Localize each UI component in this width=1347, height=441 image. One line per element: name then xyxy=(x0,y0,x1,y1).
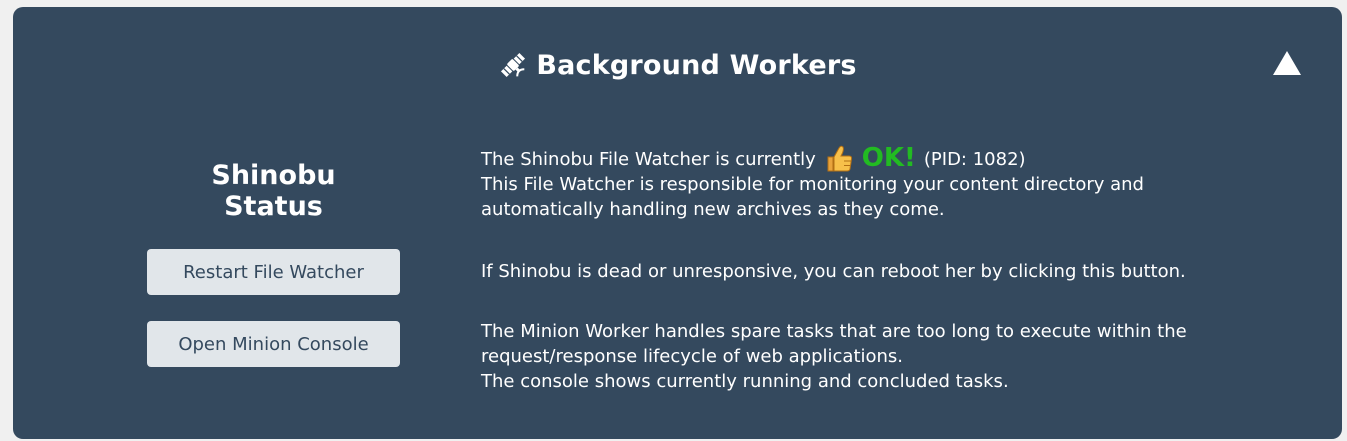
watcher-status-prefix: The Shinobu File Watcher is currently xyxy=(481,149,816,170)
watcher-status-line: The Shinobu File Watcher is currently OK… xyxy=(481,145,1144,172)
collapse-toggle-button[interactable] xyxy=(1272,50,1302,76)
thumbs-up-icon xyxy=(824,144,854,174)
panel-header: Background Workers xyxy=(13,45,1342,85)
shinobu-status-title: Shinobu Status xyxy=(211,160,336,222)
panel-title: Background Workers xyxy=(536,49,857,81)
triangle-up-icon xyxy=(1273,51,1301,75)
minion-description: The Minion Worker handles spare tasks th… xyxy=(481,319,1187,394)
restart-file-watcher-button[interactable]: Restart File Watcher xyxy=(147,249,400,295)
watcher-description-line: This File Watcher is responsible for mon… xyxy=(481,174,1144,195)
status-ok-badge: OK! xyxy=(861,143,916,173)
minion-description-line: The Minion Worker handles spare tasks th… xyxy=(481,321,1187,342)
process-id: (PID: 1082) xyxy=(923,149,1026,170)
background-workers-panel: Background Workers Shinobu Status Restar… xyxy=(13,7,1342,439)
watcher-description-line: automatically handling new archives as t… xyxy=(481,199,945,220)
watcher-status-text: The Shinobu File Watcher is currently OK… xyxy=(481,145,1144,222)
minion-description-line: The console shows currently running and … xyxy=(481,371,1009,392)
restart-description: If Shinobu is dead or unresponsive, you … xyxy=(481,259,1186,284)
minion-description-line: request/response lifecycle of web applic… xyxy=(481,346,904,367)
restart-description-text: If Shinobu is dead or unresponsive, you … xyxy=(481,261,1186,282)
open-minion-console-button[interactable]: Open Minion Console xyxy=(147,321,400,367)
satellite-icon xyxy=(498,50,528,80)
